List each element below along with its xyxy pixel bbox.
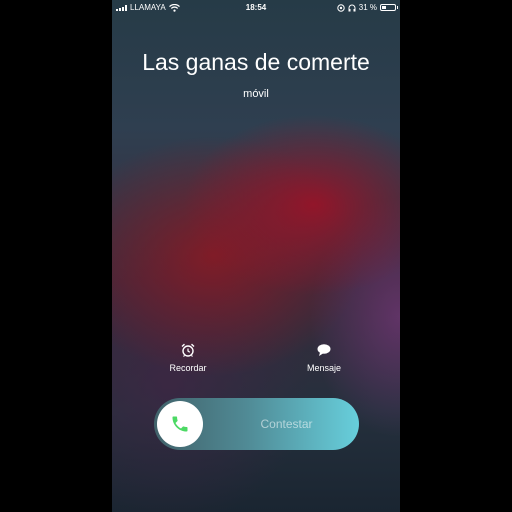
remind-me-button[interactable]: Recordar xyxy=(153,343,223,373)
phone-icon xyxy=(172,416,188,432)
location-lock-icon xyxy=(337,3,345,12)
battery-fill xyxy=(382,6,386,9)
status-bar: LLAMAYA 18:54 31 % xyxy=(112,0,400,16)
battery-icon xyxy=(380,4,398,11)
incoming-call-screen: LLAMAYA 18:54 31 % Las ganas de comerte … xyxy=(112,0,400,512)
message-button[interactable]: Mensaje xyxy=(289,343,359,373)
status-right: 31 % xyxy=(337,3,398,12)
caller-label: móvil xyxy=(243,88,269,100)
battery-percent: 31 % xyxy=(358,3,377,12)
message-label: Mensaje xyxy=(306,363,342,373)
remind-label: Recordar xyxy=(169,363,207,373)
answer-slider-label: Contestar xyxy=(260,417,313,431)
answer-knob[interactable] xyxy=(157,401,203,447)
caller-name: Las ganas de comerte xyxy=(142,49,370,75)
message-bubble-icon xyxy=(317,344,331,356)
answer-slider[interactable]: Contestar xyxy=(154,398,359,450)
alarm-clock-icon xyxy=(181,343,195,357)
headphones-icon xyxy=(348,4,356,11)
